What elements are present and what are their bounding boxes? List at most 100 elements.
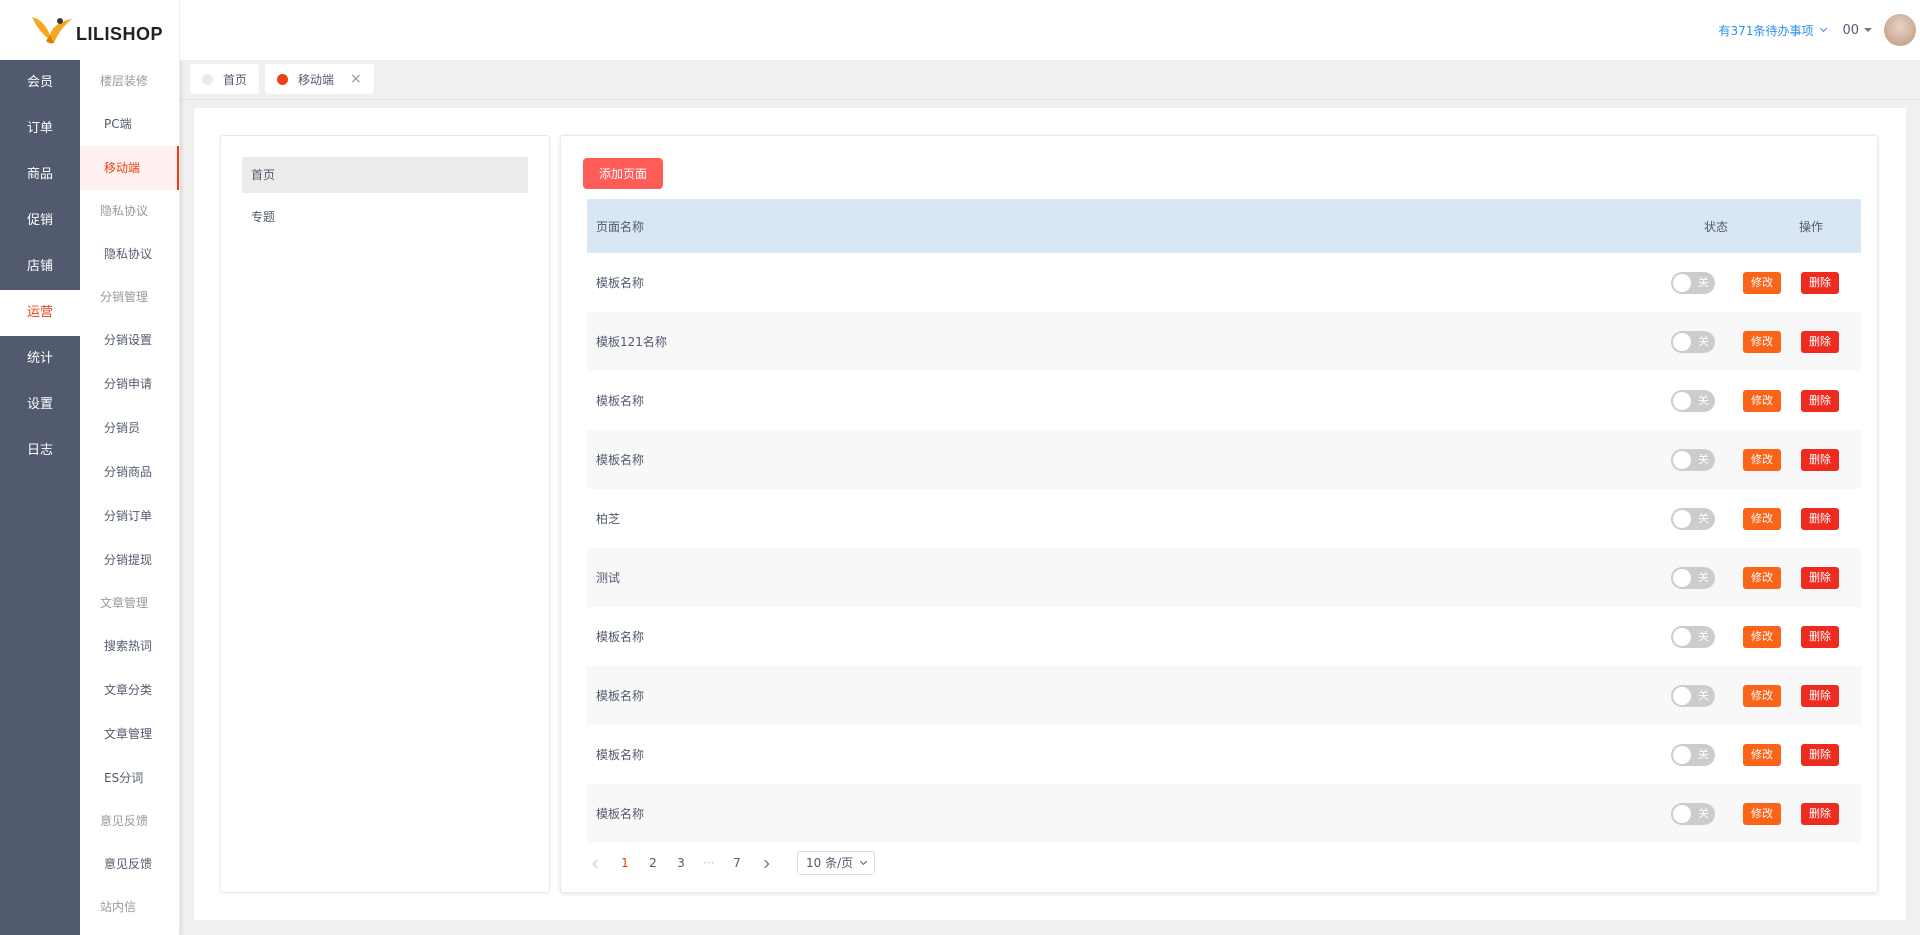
toggle-knob [1673,450,1691,469]
edit-button[interactable]: 修改 [1743,566,1781,589]
rail-item[interactable]: 设置 [0,382,80,428]
edit-button[interactable]: 修改 [1743,448,1781,471]
rail-item[interactable]: 统计 [0,336,80,382]
submenu-item[interactable]: 分销订单 [80,494,179,538]
user-dropdown[interactable]: 00 [1842,23,1872,38]
status-toggle[interactable]: 关 [1671,802,1715,825]
todo-dropdown[interactable]: 有371条待办事项 [1718,22,1828,39]
row-ops-cell: 修改 删除 [1721,271,1861,294]
delete-button[interactable]: 删除 [1801,743,1839,766]
submenu-item[interactable]: PC端 [80,102,179,146]
page-type-item[interactable]: 专题 [242,199,528,235]
page-type-item[interactable]: 首页 [242,157,528,193]
submenu-item[interactable]: 分销员 [80,406,179,450]
status-toggle[interactable]: 关 [1671,566,1715,589]
table-row: 模板名称关修改 删除 [587,607,1861,666]
delete-button[interactable]: 删除 [1801,389,1839,412]
table-row: 模板名称关修改 删除 [587,253,1861,312]
delete-button[interactable]: 删除 [1801,271,1839,294]
submenu-item[interactable]: 分销设置 [80,318,179,362]
status-toggle[interactable]: 关 [1671,743,1715,766]
submenu-item[interactable]: 移动端 [80,146,179,190]
delete-button[interactable]: 删除 [1801,507,1839,530]
status-toggle[interactable]: 关 [1671,448,1715,471]
page-number[interactable]: 3 [669,856,693,870]
next-page-button[interactable] [753,856,777,870]
page-number[interactable]: 7 [725,856,749,870]
page-size-select[interactable]: 10 条/页 [797,851,876,875]
row-page-name: 模板名称 [596,689,645,703]
avatar[interactable] [1884,14,1916,46]
toggle-knob [1673,627,1691,646]
brand-logo[interactable]: LILISHOP [0,0,180,60]
rail-item[interactable]: 促销 [0,198,80,244]
prev-page-button[interactable] [585,856,609,870]
submenu-group-title: 分销管理 [100,290,149,304]
submenu-item[interactable]: 文章分类 [80,668,179,712]
delete-button[interactable]: 删除 [1801,566,1839,589]
delete-button[interactable]: 删除 [1801,625,1839,648]
main-content: 首页 专题 添加页面 页面名称 状态 操作 模板名称关修改 删除 模板121名称关修改… [194,108,1906,920]
submenu-item[interactable]: 站内信 [80,928,179,935]
main-nav-list: 会员 订单 商品 促销 店铺 运营 统计 设置 日志 [0,60,80,474]
status-toggle[interactable]: 关 [1671,684,1715,707]
todo-text: 有371条待办事项 [1718,23,1814,38]
rail-item[interactable]: 店铺 [0,244,80,290]
rail-item[interactable]: 会员 [0,60,80,106]
delete-button[interactable]: 删除 [1801,684,1839,707]
status-toggle[interactable]: 关 [1671,625,1715,648]
row-page-name: 模板名称 [596,630,645,644]
edit-button[interactable]: 修改 [1743,271,1781,294]
main-nav-rail: 会员 订单 商品 促销 店铺 运营 统计 设置 日志 [0,0,80,935]
submenu-item[interactable]: 隐私协议 [80,232,179,276]
submenu-item[interactable]: 搜索热词 [80,624,179,668]
toggle-knob [1673,745,1691,764]
page-tab[interactable]: 移动端 × [265,64,374,94]
rail-item[interactable]: 商品 [0,152,80,198]
status-toggle[interactable]: 关 [1671,507,1715,530]
submenu-item[interactable]: 分销商品 [80,450,179,494]
tab-label: 移动端 [298,72,335,87]
tab-status-dot-icon [277,73,289,85]
page-ellipsis[interactable]: ··· [697,856,721,870]
close-icon[interactable]: × [350,71,362,87]
toggle-label: 关 [1698,806,1709,820]
table-row: 模板名称 关 修改 删除 [587,430,1861,489]
rail-item[interactable]: 日志 [0,428,80,474]
delete-button[interactable]: 删除 [1801,802,1839,825]
edit-button[interactable]: 修改 [1743,684,1781,707]
delete-button[interactable]: 删除 [1801,448,1839,471]
toggle-knob [1673,568,1691,587]
delete-button[interactable]: 删除 [1801,330,1839,353]
edit-button[interactable]: 修改 [1743,625,1781,648]
page-tab[interactable]: 首页 [190,64,260,94]
table-body: 模板名称关修改 删除 模板121名称关修改 删除 模板名称关修改 删除 模板名称关修改 删除柏… [587,253,1861,843]
submenu-item[interactable]: 分销申请 [80,362,179,406]
row-page-name: 模板名称 [596,276,645,290]
status-toggle[interactable]: 关 [1671,330,1715,353]
rail-item[interactable]: 运营 [0,290,80,336]
rail-item[interactable]: 订单 [0,106,80,152]
page-number[interactable]: 1 [613,856,637,870]
submenu-item[interactable]: ES分词 [80,756,179,800]
table-row: 模板名称关修改 删除 [587,371,1861,430]
submenu-item[interactable]: 文章管理 [80,712,179,756]
row-page-name: 模板名称 [596,453,645,467]
edit-button[interactable]: 修改 [1743,743,1781,766]
add-page-button[interactable]: 添加页面 [583,158,664,189]
edit-button[interactable]: 修改 [1743,330,1781,353]
status-toggle[interactable]: 关 [1671,389,1715,412]
col-header-ops: 操作 [1798,219,1823,234]
edit-button[interactable]: 修改 [1743,389,1781,412]
page-number[interactable]: 2 [641,856,665,870]
submenu-group-title: 楼层装修 [100,74,149,88]
row-ops-cell: 修改 删除 [1721,684,1861,707]
edit-button[interactable]: 修改 [1743,507,1781,530]
caret-down-icon [1864,28,1872,32]
row-ops-cell: 修改 删除 [1721,566,1861,589]
row-ops-cell: 修改 删除 [1721,625,1861,648]
status-toggle[interactable]: 关 [1671,271,1715,294]
submenu-item[interactable]: 意见反馈 [80,842,179,886]
submenu-item[interactable]: 分销提现 [80,538,179,582]
edit-button[interactable]: 修改 [1743,802,1781,825]
